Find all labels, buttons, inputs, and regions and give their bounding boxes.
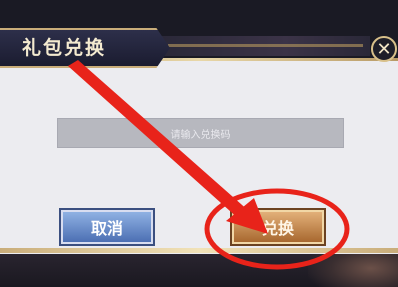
annotation-overlay — [68, 60, 350, 270]
annotation-arrow-shaft — [68, 60, 250, 220]
annotation-circle — [204, 188, 350, 270]
